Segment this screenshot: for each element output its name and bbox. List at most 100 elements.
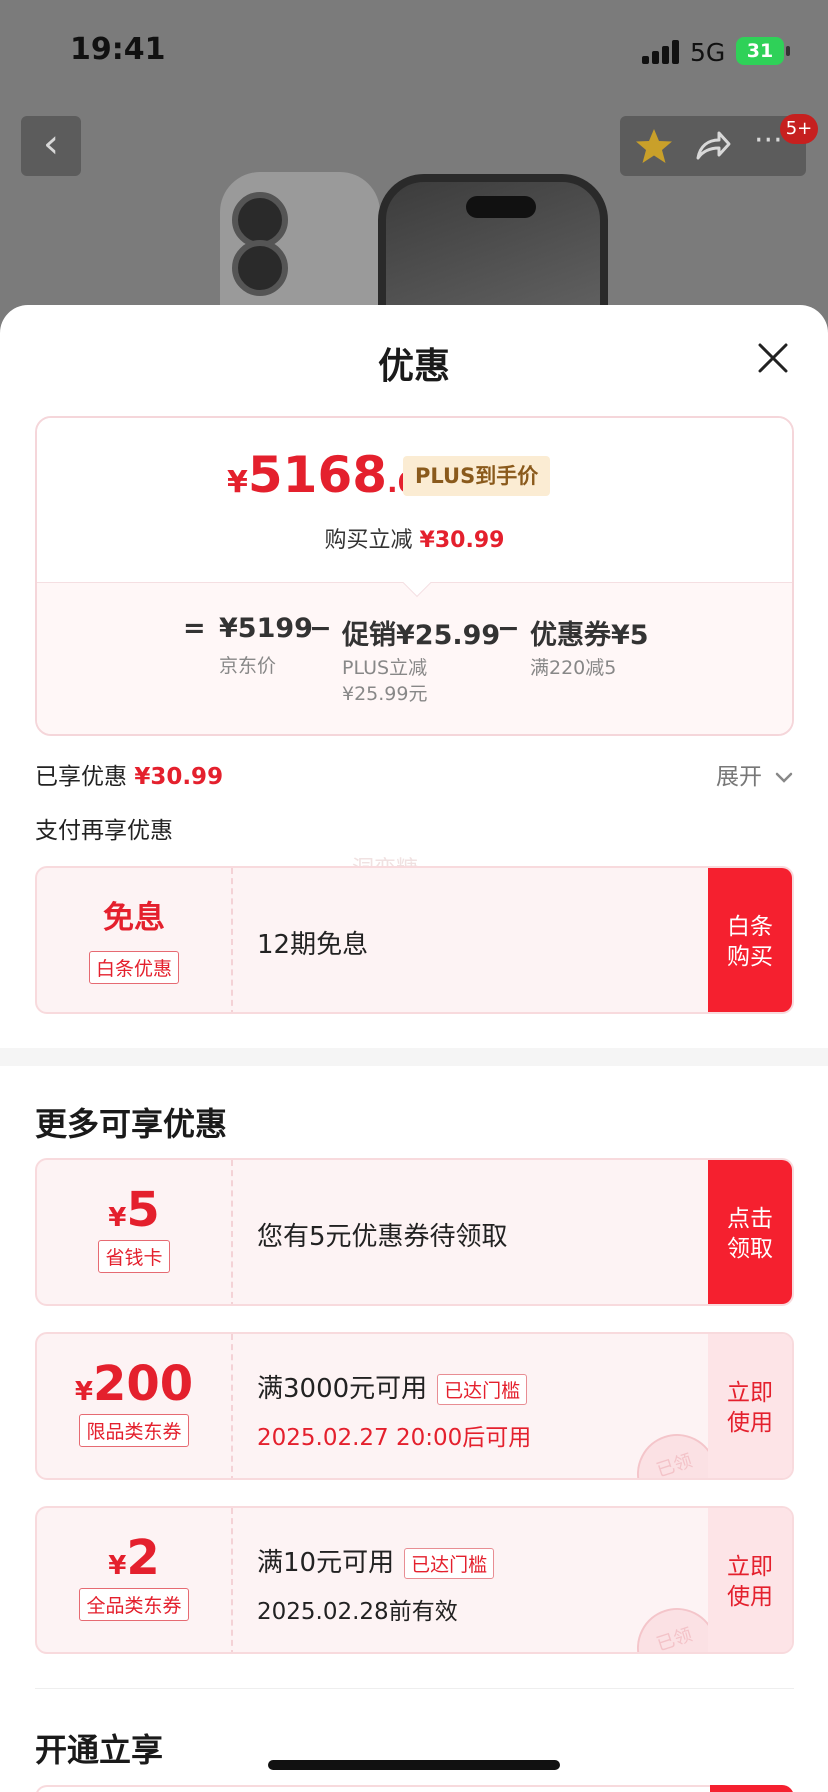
network-type: 5G	[690, 38, 726, 67]
minus-sign: −	[309, 613, 332, 644]
jd-price: ¥5199	[219, 613, 313, 644]
cta-line: 使用	[727, 1584, 773, 1610]
close-icon[interactable]	[756, 341, 790, 375]
signal-icon	[642, 40, 682, 64]
instant-discount-amount: ¥30.99	[419, 528, 505, 553]
enjoyed-amount: ¥30.99	[134, 764, 224, 790]
coupon-amount: 5	[126, 1182, 160, 1238]
coupon-divider	[231, 868, 233, 1012]
coupon-value: ¥5	[37, 1182, 231, 1238]
price-card: ¥5168.01 PLUS到手价 购买立减 ¥30.99 = ¥5199 − 促…	[35, 416, 794, 736]
share-icon[interactable]	[692, 126, 732, 166]
status-time: 19:41	[70, 32, 166, 67]
coupon-currency: ¥	[108, 1551, 127, 1581]
coupon-card: ¥5 省钱卡 您有5元优惠券待领取 点击领取	[35, 1158, 794, 1306]
back-button[interactable]: ‹	[21, 116, 81, 176]
baitiao-buy-button[interactable]: 白条 购买	[708, 868, 792, 1012]
minus-sign: −	[497, 613, 520, 644]
baitiao-title: 免息	[103, 900, 165, 936]
jd-price-label: 京东价	[219, 655, 277, 677]
product-image-back	[220, 172, 380, 320]
baitiao-left: 免息 白条优惠	[37, 868, 231, 1012]
coupon-currency: ¥	[108, 1203, 127, 1233]
status-bar: 19:41 5G 31	[0, 0, 828, 100]
battery-cap	[786, 46, 790, 56]
baitiao-tag: 白条优惠	[88, 951, 179, 984]
coupon-desc: 您有5元优惠券待领取	[257, 1222, 508, 1252]
coupon-threshold: 满10元可用	[257, 1548, 395, 1578]
price-integer: 5168	[247, 446, 388, 504]
coupon-value: ¥2	[37, 1530, 231, 1586]
equals-sign: =	[183, 613, 206, 644]
coupon-currency: ¥	[74, 1377, 93, 1407]
expand-toggle[interactable]: 展开	[716, 757, 793, 791]
coupon-divider	[231, 1334, 233, 1478]
battery-icon: 31	[736, 37, 784, 65]
open-membership-title: 开通立享	[35, 1731, 164, 1769]
coupon-time: 2025.02.27 20:00后可用	[257, 1425, 532, 1451]
home-indicator[interactable]	[268, 1760, 560, 1770]
cta-line: 使用	[727, 1410, 773, 1436]
coupon-left: ¥5 省钱卡	[37, 1160, 231, 1304]
background-page: 19:41 5G 31 ‹ ··· 5+	[0, 0, 828, 320]
baitiao-desc: 12期免息	[257, 930, 369, 960]
cta-line: 立即	[727, 1380, 773, 1406]
cta-line: 购买	[727, 944, 773, 970]
use-coupon-button[interactable]: 立即 使用	[708, 1508, 792, 1652]
membership-cta-peek[interactable]	[710, 1785, 794, 1792]
coupon-desc: 满3000元可用 已达门槛	[257, 1368, 528, 1405]
coupon-tag: 省钱卡	[98, 1240, 170, 1273]
divider-line	[35, 1688, 794, 1689]
coupon-card: ¥2 全品类东券 满10元可用 已达门槛 2025.02.28前有效 已领 立即使…	[35, 1506, 794, 1654]
enjoyed-discount: 已享优惠 ¥30.99	[35, 757, 223, 791]
instant-discount-label: 购买立减	[324, 528, 413, 553]
use-coupon-button[interactable]: 立即 使用	[708, 1334, 792, 1478]
sheet-title: 优惠	[377, 346, 450, 387]
star-icon[interactable]	[634, 126, 674, 166]
promo-discount: 促销¥25.99	[342, 620, 501, 651]
coupon-amount: 2	[126, 1530, 160, 1586]
threshold-reached-badge: 已达门槛	[437, 1374, 528, 1405]
coupon-divider	[231, 1160, 233, 1304]
header-actions: ···	[620, 116, 806, 176]
coupon-tag: 全品类东券	[79, 1588, 189, 1621]
membership-card-peek	[35, 1785, 794, 1792]
message-badge: 5+	[780, 114, 818, 144]
discount-sheet: 优惠 ¥5168.01 PLUS到手价 购买立减 ¥30.99 = ¥5199 …	[0, 305, 828, 1792]
baitiao-offer: 免息 白条优惠 12期免息 白条购买	[35, 866, 794, 1014]
coupon-left: ¥200 限品类东券	[37, 1334, 231, 1478]
product-image-front	[378, 174, 608, 320]
coupon-tag: 限品类东券	[79, 1414, 189, 1447]
coupon-amount: 200	[92, 1356, 194, 1412]
price-breakdown: = ¥5199 − 促销¥25.99 − 优惠券¥5 京东价 PLUS立减 ¥2…	[37, 582, 792, 734]
promo-note-2: ¥25.99元	[342, 683, 428, 705]
pay-more-label: 支付再享优惠	[35, 818, 173, 844]
coupon-desc: 满10元可用 已达门槛	[257, 1542, 495, 1579]
coupon-time: 2025.02.28前有效	[257, 1599, 458, 1625]
coupon-discount: 优惠券¥5	[530, 620, 649, 651]
plus-price-tag: PLUS到手价	[403, 456, 551, 496]
cta-line: 领取	[727, 1236, 773, 1262]
coupon-card: ¥200 限品类东券 满3000元可用 已达门槛 2025.02.27 20:00…	[35, 1332, 794, 1480]
battery-level: 31	[746, 40, 774, 62]
coupon-divider	[231, 1508, 233, 1652]
promo-note-1: PLUS立减	[342, 657, 428, 679]
final-price-section: ¥5168.01 PLUS到手价 购买立减 ¥30.99	[37, 418, 792, 582]
more-offers-title: 更多可享优惠	[35, 1105, 228, 1143]
price-currency: ¥	[227, 465, 248, 500]
instant-discount: 购买立减 ¥30.99	[37, 522, 792, 554]
cta-line: 立即	[727, 1554, 773, 1580]
coupon-note: 满220减5	[530, 657, 617, 679]
cta-line: 白条	[727, 914, 773, 940]
coupon-value: ¥200	[37, 1356, 231, 1412]
cta-line: 点击	[727, 1206, 773, 1232]
chevron-down-icon	[776, 772, 793, 783]
claim-coupon-button[interactable]: 点击 领取	[708, 1160, 792, 1304]
threshold-reached-badge: 已达门槛	[404, 1548, 495, 1579]
coupon-threshold: 满3000元可用	[257, 1374, 428, 1404]
enjoyed-label: 已享优惠	[35, 764, 127, 790]
coupon-left: ¥2 全品类东券	[37, 1508, 231, 1652]
section-gap	[0, 1048, 828, 1066]
expand-label: 展开	[716, 764, 762, 790]
back-icon: ‹	[43, 121, 59, 167]
